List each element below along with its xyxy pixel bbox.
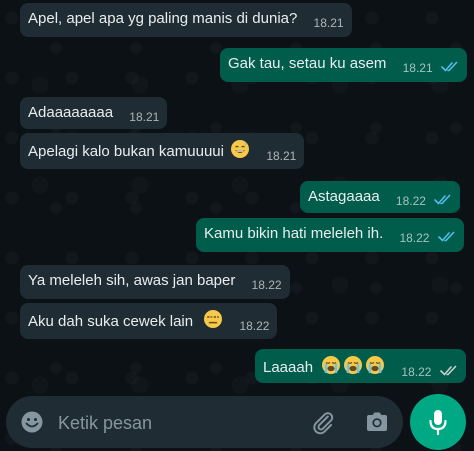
message-text: Gak tau, setau ku asem: [228, 55, 387, 73]
message-time: 18.21: [266, 149, 297, 163]
message-bubble-incoming[interactable]: Ya meleleh sih, awas jan baper 18.22: [20, 265, 290, 299]
read-receipt-icon: [434, 191, 452, 211]
message-bubble-incoming[interactable]: Aku dah suka cewek lain 18.22: [20, 303, 278, 339]
unamused-emoji-icon: [203, 309, 223, 335]
message-text: Laaaah: [263, 359, 314, 376]
message-bubble-incoming[interactable]: Apel, apel apa yg paling manis di dunia?…: [20, 3, 352, 37]
message-time: 18.21: [129, 110, 160, 125]
message-text: Aku dah suka cewek lain: [28, 313, 194, 330]
message-time: 18.22: [399, 231, 430, 246]
message-time: 18.22: [251, 278, 282, 293]
read-receipt-icon: [440, 58, 459, 78]
message-time: 18.22: [395, 194, 426, 209]
mic-button[interactable]: [410, 394, 466, 450]
message-list[interactable]: Apel, apel apa yg paling manis di dunia?…: [0, 0, 474, 392]
message-time: 18.21: [313, 16, 344, 31]
smiling-sweat-emoji-icon: [230, 139, 250, 165]
message-bubble-outgoing[interactable]: Gak tau, setau ku asem 18.21: [220, 48, 467, 82]
message-time: 18.22: [239, 319, 270, 333]
mic-icon: [426, 408, 450, 441]
attach-icon[interactable]: [310, 410, 336, 441]
loudly-crying-emoji-icon: [321, 355, 385, 381]
emoji-icon[interactable]: [20, 410, 44, 439]
message-text: Apel, apel apa yg paling manis di dunia?: [28, 10, 298, 28]
message-text: Ya meleleh sih, awas jan baper: [28, 272, 236, 290]
message-text: Adaaaaaaaa: [28, 104, 114, 122]
message-text: Apelagi kalo bukan kamuuuui: [28, 143, 224, 160]
message-text: Kamu bikin hati meleleh ih.: [204, 225, 384, 243]
message-composer: [6, 396, 403, 450]
message-bubble-outgoing[interactable]: Astagaaaa 18.22: [300, 181, 461, 213]
message-time: 18.21: [402, 61, 433, 76]
message-bubble-outgoing[interactable]: Laaaah 18.22: [255, 349, 466, 383]
camera-icon[interactable]: [364, 410, 390, 439]
message-text: Astagaaaa: [308, 188, 380, 206]
message-bubble-outgoing[interactable]: Kamu bikin hati meleleh ih. 18.22: [196, 218, 464, 252]
message-bubble-incoming[interactable]: Apelagi kalo bukan kamuuuui 18.21: [20, 133, 305, 169]
read-receipt-icon: [437, 228, 456, 248]
message-time: 18.22: [401, 365, 432, 379]
read-receipt-icon: [439, 362, 458, 382]
message-input[interactable]: [56, 396, 300, 450]
message-bubble-incoming[interactable]: Adaaaaaaaa 18.21: [20, 97, 168, 129]
